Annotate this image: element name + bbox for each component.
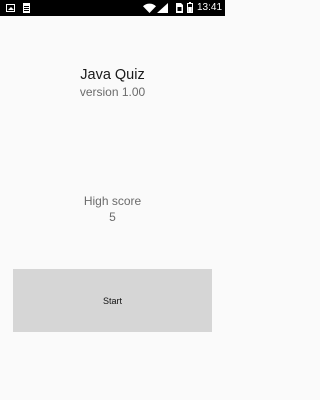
app-version: version 1.00 bbox=[79, 85, 146, 99]
app-title: Java Quiz bbox=[80, 67, 145, 83]
start-button[interactable]: Start bbox=[13, 269, 212, 332]
wifi-icon bbox=[143, 3, 156, 13]
gallery-icon bbox=[6, 4, 15, 12]
document-icon bbox=[23, 3, 30, 13]
high-score-value: 5 bbox=[109, 210, 116, 224]
signal-icon bbox=[157, 3, 168, 13]
battery-icon bbox=[187, 2, 193, 13]
start-button-label: Start bbox=[102, 295, 122, 306]
high-score-label: High score bbox=[83, 194, 142, 208]
status-time: 13:41 bbox=[197, 2, 223, 13]
sim-card-icon bbox=[176, 3, 183, 13]
status-bar: 13:41 bbox=[0, 0, 225, 16]
